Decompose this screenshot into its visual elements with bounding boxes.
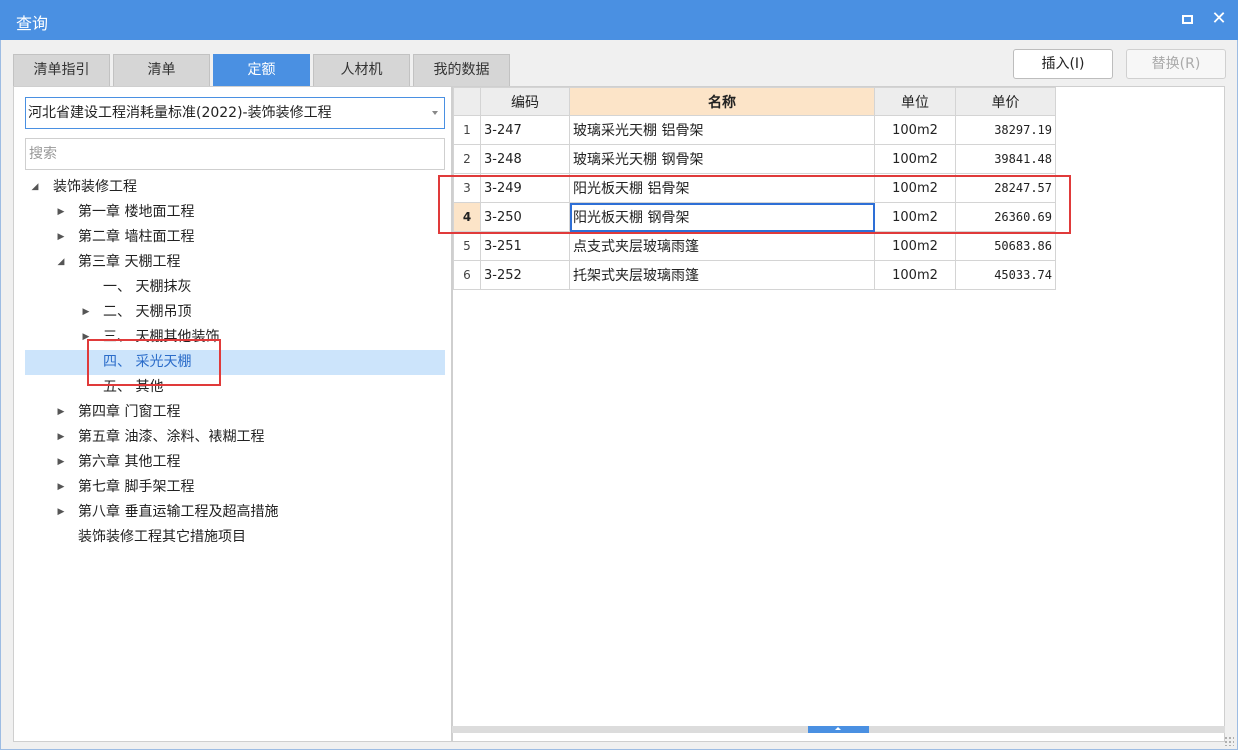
- splitter-handle[interactable]: [808, 726, 869, 733]
- collapsed-arrow-icon[interactable]: ▶: [56, 475, 66, 500]
- cell-price[interactable]: 39841.48: [955, 144, 1056, 174]
- tree-node-other-measures[interactable]: 装饰装修工程其它措施项目: [14, 525, 451, 550]
- cell-price[interactable]: 28247.57: [955, 173, 1056, 203]
- library-select[interactable]: 河北省建设工程消耗量标准(2022)-装饰装修工程: [25, 97, 445, 129]
- cell-code[interactable]: 3-252: [480, 260, 570, 290]
- tree-node-chapter-5[interactable]: ▶ 第五章 油漆、涂料、裱糊工程: [14, 425, 451, 450]
- tree-node-chapter-1[interactable]: ▶ 第一章 楼地面工程: [14, 200, 451, 225]
- tree-node-chapter-7[interactable]: ▶ 第七章 脚手架工程: [14, 475, 451, 500]
- table-row[interactable]: 2 3-248 玻璃采光天棚 钢骨架 100m2 39841.48: [453, 144, 1056, 174]
- tab-bill[interactable]: 清单: [113, 54, 210, 86]
- cell-name[interactable]: 玻璃采光天棚 铝骨架: [569, 115, 875, 145]
- table-row-current[interactable]: 4 3-250 阳光板天棚 钢骨架 100m2 26360.69: [453, 202, 1056, 232]
- tree-node-chapter-8[interactable]: ▶ 第八章 垂直运输工程及超高措施: [14, 500, 451, 525]
- tree-node-chapter-4[interactable]: ▶ 第四章 门窗工程: [14, 400, 451, 425]
- table-row[interactable]: 6 3-252 托架式夹层玻璃雨篷 100m2 45033.74: [453, 260, 1056, 290]
- cell-code[interactable]: 3-251: [480, 231, 570, 261]
- row-index: 1: [453, 115, 481, 145]
- window-title: 查询: [16, 14, 49, 33]
- collapsed-arrow-icon[interactable]: ▶: [56, 225, 66, 250]
- cell-price[interactable]: 26360.69: [955, 202, 1056, 232]
- cell-name[interactable]: 托架式夹层玻璃雨篷: [569, 260, 875, 290]
- cell-price[interactable]: 50683.86: [955, 231, 1056, 261]
- chevron-up-icon: [835, 727, 841, 730]
- row-index: 2: [453, 144, 481, 174]
- tree-node-chapter-3[interactable]: ◢ 第三章 天棚工程: [14, 250, 451, 275]
- replace-button[interactable]: 替换(R): [1126, 49, 1226, 79]
- restore-icon[interactable]: [1176, 8, 1198, 30]
- collapsed-arrow-icon[interactable]: ▶: [56, 500, 66, 525]
- cell-code[interactable]: 3-247: [480, 115, 570, 145]
- cell-unit[interactable]: 100m2: [874, 260, 956, 290]
- quota-grid-panel: 编码 名称 单位 单价 1 3-247 玻璃采光天棚 铝骨架 100m2 382…: [452, 86, 1225, 742]
- cell-unit[interactable]: 100m2: [874, 115, 956, 145]
- cell-code[interactable]: 3-248: [480, 144, 570, 174]
- collapsed-arrow-icon[interactable]: ▶: [56, 425, 66, 450]
- collapsed-arrow-icon[interactable]: ▶: [81, 325, 91, 350]
- tab-bill-guide[interactable]: 清单指引: [13, 54, 110, 86]
- left-panel: 河北省建设工程消耗量标准(2022)-装饰装修工程 ◢ 装饰装修工程 ▶ 第一章…: [13, 86, 452, 742]
- cell-name[interactable]: 点支式夹层玻璃雨篷: [569, 231, 875, 261]
- cell-unit[interactable]: 100m2: [874, 173, 956, 203]
- cell-code[interactable]: 3-249: [480, 173, 570, 203]
- tree-node-chapter-2[interactable]: ▶ 第二章 墙柱面工程: [14, 225, 451, 250]
- table-row[interactable]: 1 3-247 玻璃采光天棚 铝骨架 100m2 38297.19: [453, 115, 1056, 145]
- table-header-row: 编码 名称 单位 单价: [453, 87, 1056, 116]
- title-bar: 查询 ✕: [0, 0, 1238, 40]
- cell-unit[interactable]: 100m2: [874, 202, 956, 232]
- col-index-header: [453, 87, 481, 116]
- collapsed-arrow-icon[interactable]: ▶: [81, 300, 91, 325]
- cell-price[interactable]: 38297.19: [955, 115, 1056, 145]
- cell-unit[interactable]: 100m2: [874, 231, 956, 261]
- expanded-arrow-icon[interactable]: ◢: [56, 250, 66, 275]
- expanded-arrow-icon[interactable]: ◢: [30, 175, 40, 200]
- tab-my-data[interactable]: 我的数据: [413, 54, 510, 86]
- quota-table: 编码 名称 单位 单价 1 3-247 玻璃采光天棚 铝骨架 100m2 382…: [453, 87, 1056, 290]
- cell-unit[interactable]: 100m2: [874, 144, 956, 174]
- search-input[interactable]: [25, 138, 445, 170]
- tab-quota[interactable]: 定额: [213, 54, 310, 86]
- cell-name-selected[interactable]: 阳光板天棚 钢骨架: [569, 202, 875, 232]
- tree-node-root[interactable]: ◢ 装饰装修工程: [14, 175, 451, 200]
- cell-code[interactable]: 3-250: [480, 202, 570, 232]
- cell-price[interactable]: 45033.74: [955, 260, 1056, 290]
- col-unit-header[interactable]: 单位: [874, 87, 956, 116]
- cell-name[interactable]: 玻璃采光天棚 钢骨架: [569, 144, 875, 174]
- row-index: 4: [453, 202, 481, 232]
- row-index: 3: [453, 173, 481, 203]
- tree-node-section-2[interactable]: ▶ 二、 天棚吊顶: [14, 300, 451, 325]
- collapsed-arrow-icon[interactable]: ▶: [56, 400, 66, 425]
- close-icon[interactable]: ✕: [1208, 8, 1230, 30]
- table-row[interactable]: 5 3-251 点支式夹层玻璃雨篷 100m2 50683.86: [453, 231, 1056, 261]
- col-code-header[interactable]: 编码: [480, 87, 570, 116]
- table-row[interactable]: 3 3-249 阳光板天棚 铝骨架 100m2 28247.57: [453, 173, 1056, 203]
- tree-node-section-1[interactable]: 一、 天棚抹灰: [14, 275, 451, 300]
- row-index: 6: [453, 260, 481, 290]
- collapsed-arrow-icon[interactable]: ▶: [56, 450, 66, 475]
- row-index: 5: [453, 231, 481, 261]
- insert-button[interactable]: 插入(I): [1013, 49, 1113, 79]
- col-price-header[interactable]: 单价: [955, 87, 1056, 116]
- tree-node-chapter-6[interactable]: ▶ 第六章 其他工程: [14, 450, 451, 475]
- tree-node-section-3[interactable]: ▶ 三、 天棚其他装饰: [14, 325, 451, 350]
- resize-grip-icon[interactable]: [1224, 736, 1234, 746]
- collapsed-arrow-icon[interactable]: ▶: [56, 200, 66, 225]
- chevron-down-icon: [432, 111, 438, 115]
- library-select-value: 河北省建设工程消耗量标准(2022)-装饰装修工程: [28, 105, 332, 121]
- cell-name[interactable]: 阳光板天棚 铝骨架: [569, 173, 875, 203]
- tab-labor-material[interactable]: 人材机: [313, 54, 410, 86]
- col-name-header[interactable]: 名称: [569, 87, 875, 116]
- tree-node-section-5[interactable]: 五、 其他: [14, 375, 451, 400]
- tree-node-section-4[interactable]: 四、 采光天棚: [25, 350, 445, 375]
